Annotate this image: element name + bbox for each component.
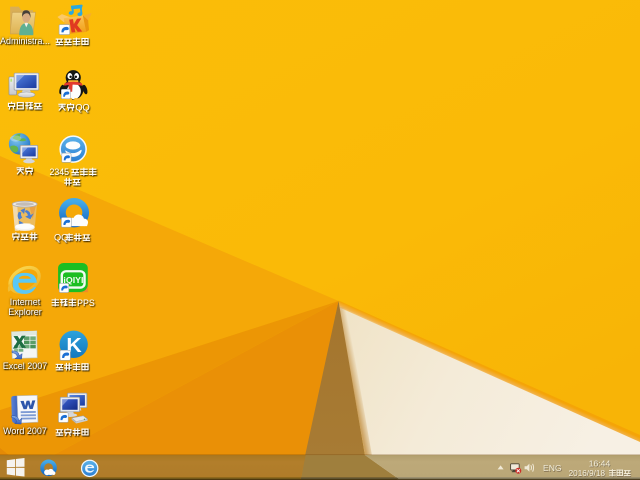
svg-text:PPS: PPS [77,298,95,308]
svg-text:2016/9/18: 2016/9/18 [569,469,606,478]
svg-text:QQ: QQ [75,102,89,112]
svg-text:ENG: ENG [543,463,562,473]
svg-text:16:44: 16:44 [589,459,611,469]
svg-text:2345: 2345 [49,167,69,177]
